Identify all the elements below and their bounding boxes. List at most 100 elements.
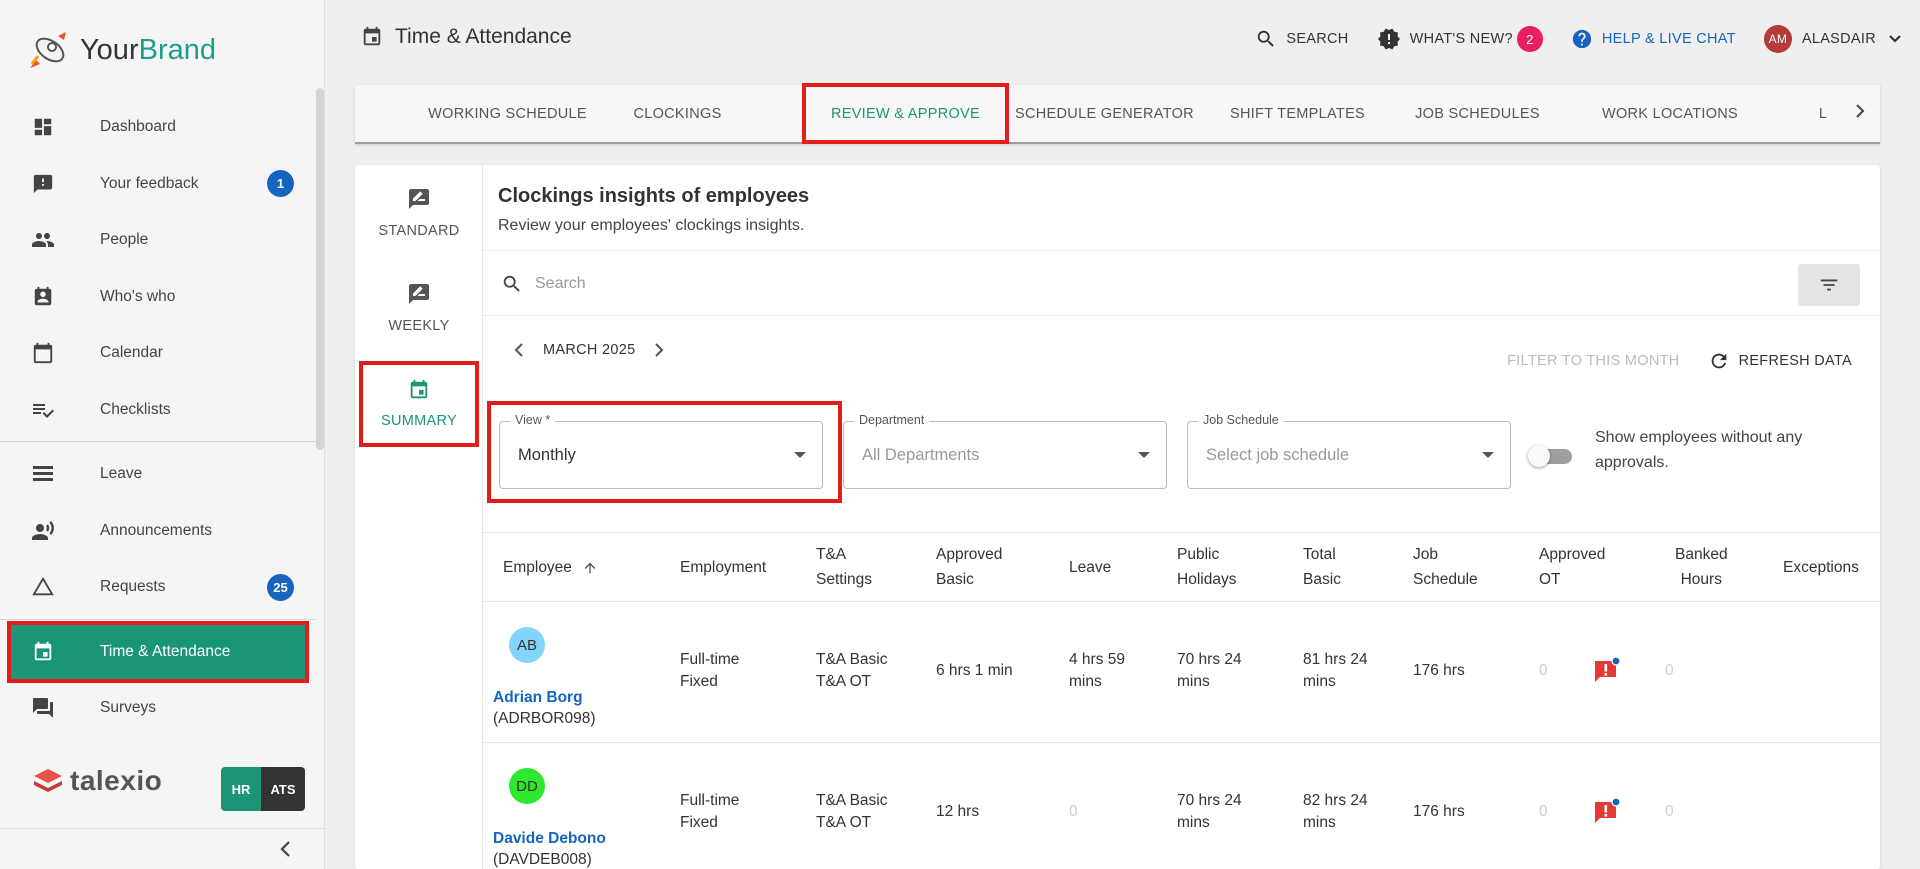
tab-shift-templates[interactable]: SHIFT TEMPLATES: [1215, 85, 1380, 142]
product-switcher[interactable]: HR ATS: [221, 767, 305, 811]
sidebar-collapse-row: [0, 828, 325, 869]
tab-review-approve[interactable]: REVIEW & APPROVE: [802, 83, 1009, 144]
checklist-icon: [30, 397, 56, 423]
sidebar-scrollbar[interactable]: [316, 88, 324, 450]
sidebar-item-leave[interactable]: Leave: [0, 446, 316, 503]
feedback-icon: [30, 171, 56, 197]
view-tab-weekly[interactable]: WEEKLY: [362, 268, 476, 348]
public-holidays-cell: 70 hrs 24 mins: [1177, 792, 1242, 831]
rocket-logo-icon: [30, 32, 66, 68]
top-header: Time & Attendance SEARCH WHAT'S NEW? 2 H…: [325, 0, 1920, 78]
tab-working-schedule[interactable]: WORKING SCHEDULE: [415, 85, 600, 142]
employee-avatar: DD: [509, 768, 545, 804]
column-header-exceptions[interactable]: Exceptions: [1783, 555, 1859, 580]
public-holidays-cell: 70 hrs 24 mins: [1177, 651, 1242, 690]
section-subtitle: Review your employees' clockings insight…: [498, 217, 805, 234]
employee-code: (DAVDEB008): [493, 851, 592, 868]
next-month-button[interactable]: [653, 341, 665, 359]
search-icon: [501, 273, 523, 300]
column-header-total-basic[interactable]: Total Basic: [1303, 542, 1341, 592]
user-menu[interactable]: AM ALASDAIR: [1763, 25, 1902, 53]
column-header-approved-ot[interactable]: Approved OT: [1539, 542, 1605, 592]
tab-overflow[interactable]: L: [1813, 85, 1833, 142]
filter-list-icon: [1820, 279, 1838, 291]
feedback-count-badge: 1: [267, 170, 294, 198]
whats-new-button[interactable]: WHAT'S NEW? 2: [1377, 26, 1543, 52]
tab-clockings[interactable]: CLOCKINGS: [610, 85, 745, 142]
chevron-right-icon: [655, 343, 664, 357]
sidebar-item-surveys[interactable]: Surveys: [0, 680, 316, 737]
column-header-ta-settings[interactable]: T&A Settings: [816, 542, 872, 592]
contact-card-icon: [30, 284, 56, 310]
tab-schedule-generator[interactable]: SCHEDULE GENERATOR: [1007, 85, 1202, 142]
sidebar-divider: [0, 441, 316, 442]
sidebar-item-time-attendance[interactable]: Time & Attendance: [7, 620, 309, 683]
column-header-employee[interactable]: Employee: [503, 555, 598, 580]
sidebar-item-dashboard[interactable]: Dashboard: [0, 99, 316, 156]
ats-switch[interactable]: ATS: [261, 767, 305, 811]
whats-new-count-badge: 2: [1516, 26, 1543, 52]
table-row[interactable]: AB Adrian Borg (ADRBOR098) Full-time Fixe…: [483, 602, 1880, 743]
refresh-data-button[interactable]: REFRESH DATA: [1708, 350, 1852, 372]
view-select[interactable]: View * Monthly: [499, 413, 823, 489]
help-icon: [1571, 28, 1593, 50]
talexio-logo: talexio: [32, 765, 162, 797]
previous-month-button[interactable]: [513, 341, 525, 359]
filter-to-this-month-button[interactable]: FILTER TO THIS MONTH: [1507, 353, 1680, 369]
exception-alert-icon[interactable]: [1592, 798, 1620, 826]
job-schedule-select[interactable]: Job Schedule Select job schedule: [1187, 413, 1511, 489]
table-row[interactable]: DD Davide Debono (DAVDEB008) Full-time Fi…: [483, 743, 1880, 869]
talexio-logo-icon: [34, 769, 62, 792]
sidebar-item-your-feedback[interactable]: Your feedback 1: [0, 156, 316, 213]
exception-alert-icon[interactable]: [1592, 657, 1620, 685]
column-header-banked-hours[interactable]: Banked Hours: [1675, 542, 1728, 592]
dropdown-arrow-icon: [1482, 452, 1494, 458]
filter-button[interactable]: [1798, 264, 1860, 306]
search-input[interactable]: [535, 269, 1435, 299]
tabs-scroll-right-button[interactable]: [1854, 102, 1866, 125]
sidebar-item-whos-who[interactable]: Who's who: [0, 269, 316, 326]
tab-job-schedules[interactable]: JOB SCHEDULES: [1395, 85, 1560, 142]
banked-hours-cell: 0: [1665, 662, 1674, 679]
collapse-sidebar-button[interactable]: [278, 839, 292, 865]
brand-logo[interactable]: YourBrand: [28, 30, 216, 70]
approved-basic-cell: 6 hrs 1 min: [936, 662, 1013, 679]
column-header-public-holidays[interactable]: Public Holidays: [1177, 542, 1236, 592]
sidebar-item-checklists[interactable]: Checklists: [0, 382, 316, 439]
column-header-employment[interactable]: Employment: [680, 555, 766, 580]
calendar-event-icon: [408, 379, 430, 405]
help-live-chat-button[interactable]: HELP & LIVE CHAT: [1571, 28, 1736, 50]
view-tab-standard[interactable]: STANDARD: [362, 173, 476, 253]
view-tab-summary[interactable]: SUMMARY: [359, 361, 479, 447]
table-header: Employee Employment T&A Settings Approved…: [483, 532, 1880, 602]
header-actions: SEARCH WHAT'S NEW? 2 HELP & LIVE CHAT AM…: [1227, 22, 1920, 56]
column-header-job-schedule[interactable]: Job Schedule: [1413, 542, 1478, 592]
column-header-approved-basic[interactable]: Approved Basic: [936, 542, 1002, 592]
tab-work-locations[interactable]: WORK LOCATIONS: [1580, 85, 1760, 142]
employee-avatar: AB: [509, 627, 545, 663]
surveys-icon: [30, 695, 56, 721]
approved-basic-cell: 12 hrs: [936, 803, 980, 820]
calendar-icon: [30, 340, 56, 366]
show-without-approvals-toggle[interactable]: [1528, 445, 1572, 467]
dropdown-arrow-icon: [794, 452, 806, 458]
department-select[interactable]: Department All Departments: [843, 413, 1167, 489]
sidebar-item-people[interactable]: People: [0, 212, 316, 269]
sidebar-item-calendar[interactable]: Calendar: [0, 325, 316, 382]
header-search-button[interactable]: SEARCH: [1255, 28, 1348, 50]
sidebar-item-requests[interactable]: Requests 25: [0, 559, 316, 616]
new-releases-icon: [1377, 27, 1401, 51]
toggle-knob: [1528, 445, 1550, 467]
insights-table: Employee Employment T&A Settings Approved…: [483, 532, 1880, 869]
column-header-leave[interactable]: Leave: [1069, 555, 1111, 580]
hr-switch[interactable]: HR: [221, 767, 261, 811]
employment-cell: Full-time Fixed: [680, 792, 740, 831]
time-attendance-icon: [30, 639, 56, 665]
employee-name-link[interactable]: Davide Debono: [493, 830, 606, 848]
rate-review-icon: [407, 187, 431, 215]
sidebar-item-announcements[interactable]: Announcements: [0, 503, 316, 560]
insights-card: STANDARD WEEKLY SUMMARY Clockings insigh…: [355, 165, 1880, 869]
employee-name-link[interactable]: Adrian Borg: [493, 689, 583, 707]
ta-settings-cell: T&A Basic T&A OT: [816, 792, 888, 831]
total-basic-cell: 81 hrs 24 mins: [1303, 651, 1368, 690]
